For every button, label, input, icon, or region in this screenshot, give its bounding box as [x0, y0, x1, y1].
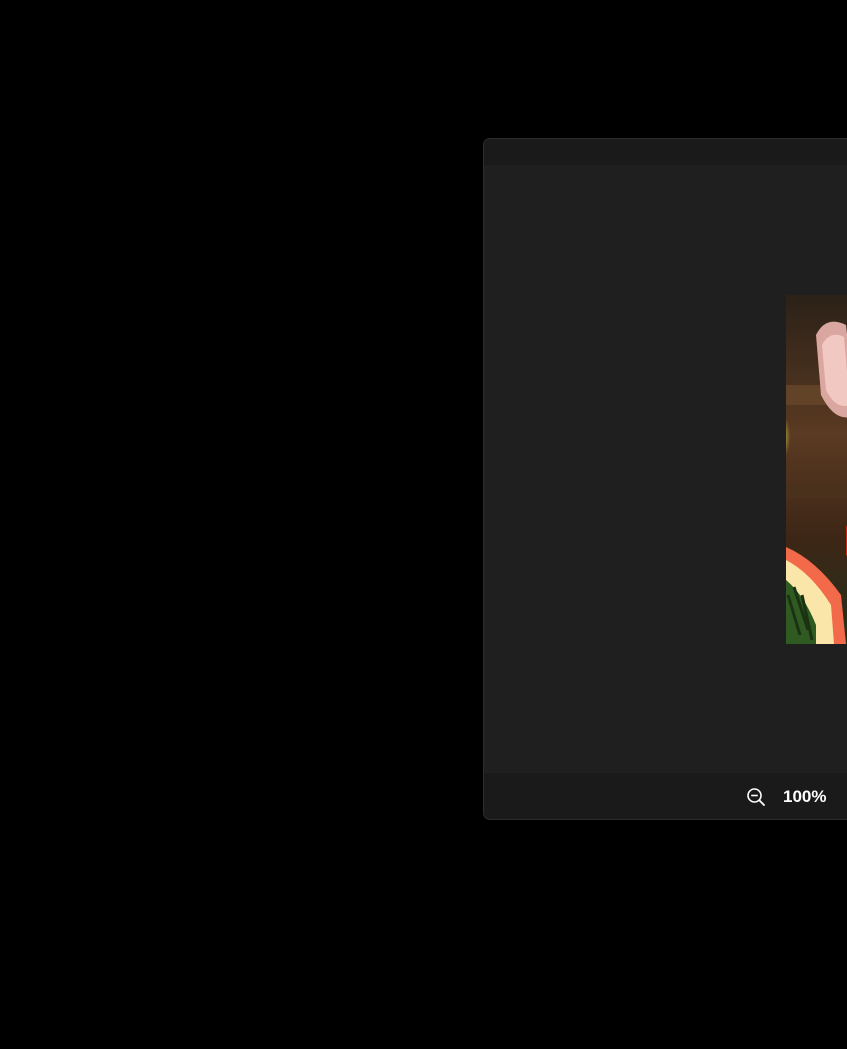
zoom-out-icon	[747, 788, 765, 806]
image-canvas[interactable]	[484, 165, 847, 773]
zoom-level-label[interactable]: 100%	[783, 787, 826, 807]
image-viewer-window: 100%	[483, 138, 847, 820]
displayed-image	[786, 295, 847, 644]
zoom-out-button[interactable]	[744, 785, 768, 809]
bottom-toolbar: 100%	[484, 773, 847, 819]
title-bar[interactable]	[484, 139, 847, 165]
